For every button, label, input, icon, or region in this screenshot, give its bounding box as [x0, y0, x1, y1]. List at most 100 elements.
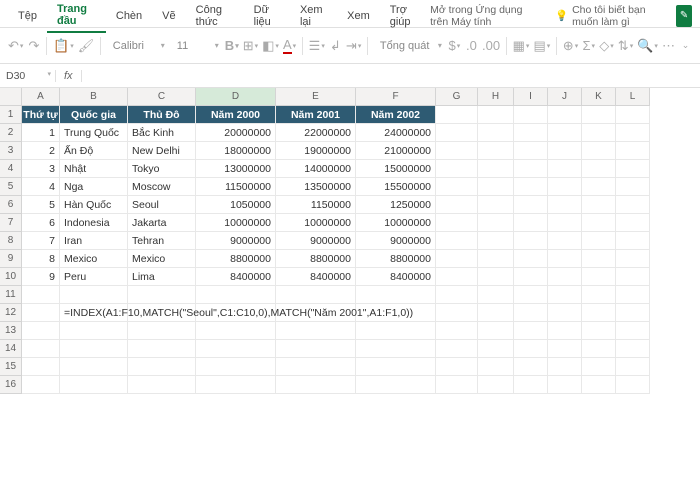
redo-icon[interactable]: ↷ — [27, 34, 40, 58]
tab-Vẽ[interactable]: Vẽ — [152, 6, 185, 26]
cell[interactable] — [356, 286, 436, 304]
cell[interactable]: Mexico — [128, 250, 196, 268]
chevron-down-icon[interactable]: ⌄ — [679, 34, 692, 58]
cell[interactable] — [22, 322, 60, 340]
cell[interactable]: 10000000 — [276, 214, 356, 232]
cell[interactable] — [60, 358, 128, 376]
cell[interactable] — [548, 376, 582, 394]
cell[interactable] — [514, 178, 548, 196]
cell[interactable] — [514, 106, 548, 124]
cell[interactable] — [582, 142, 616, 160]
cell[interactable]: 21000000 — [356, 142, 436, 160]
cell[interactable] — [436, 124, 478, 142]
row-header-10[interactable]: 10 — [0, 268, 22, 286]
cell[interactable]: 8400000 — [356, 268, 436, 286]
cell[interactable]: 1150000 — [276, 196, 356, 214]
cell[interactable] — [478, 232, 514, 250]
cell[interactable] — [616, 304, 650, 322]
hdr-thutu[interactable]: Thứ tự — [22, 106, 60, 124]
cell[interactable]: 24000000 — [356, 124, 436, 142]
profile-badge[interactable]: ✎ — [676, 5, 692, 27]
cell[interactable] — [582, 286, 616, 304]
cell[interactable] — [582, 376, 616, 394]
row-header-2[interactable]: 2 — [0, 124, 22, 142]
row-header-16[interactable]: 16 — [0, 376, 22, 394]
cell[interactable]: 2 — [22, 142, 60, 160]
cell[interactable] — [128, 358, 196, 376]
row-header-4[interactable]: 4 — [0, 160, 22, 178]
cell[interactable] — [478, 124, 514, 142]
cell[interactable] — [616, 160, 650, 178]
border-icon[interactable]: ⊞▾ — [243, 34, 258, 58]
tell-me-search[interactable]: 💡 Cho tôi biết bạn muốn làm gì — [555, 4, 664, 28]
clipboard-icon[interactable]: 📋▾ — [53, 34, 74, 58]
cell[interactable] — [582, 178, 616, 196]
col-header-F[interactable]: F — [356, 88, 436, 106]
cell[interactable] — [582, 340, 616, 358]
col-header-A[interactable]: A — [22, 88, 60, 106]
cell[interactable]: Peru — [60, 268, 128, 286]
cell[interactable] — [548, 250, 582, 268]
col-header-I[interactable]: I — [514, 88, 548, 106]
cell[interactable] — [582, 268, 616, 286]
cell[interactable] — [616, 106, 650, 124]
row-header-11[interactable]: 11 — [0, 286, 22, 304]
cell[interactable] — [60, 340, 128, 358]
tab-Xem[interactable]: Xem — [337, 6, 380, 26]
cell[interactable] — [436, 268, 478, 286]
cell[interactable]: Ấn Độ — [60, 142, 128, 160]
cell[interactable] — [478, 322, 514, 340]
cell[interactable] — [582, 106, 616, 124]
cell[interactable]: 10000000 — [196, 214, 276, 232]
tab-Công thức[interactable]: Công thức — [186, 0, 244, 32]
cell[interactable] — [436, 322, 478, 340]
cell[interactable] — [478, 196, 514, 214]
cell[interactable]: 20000000 — [196, 124, 276, 142]
cell[interactable] — [196, 376, 276, 394]
cell[interactable]: 8800000 — [276, 250, 356, 268]
cell[interactable] — [276, 322, 356, 340]
cell[interactable] — [436, 286, 478, 304]
hdr-2001[interactable]: Năm 2001 — [276, 106, 356, 124]
row-header-12[interactable]: 12 — [0, 304, 22, 322]
cell[interactable] — [548, 106, 582, 124]
cell[interactable] — [276, 286, 356, 304]
cell[interactable]: 1050000 — [196, 196, 276, 214]
cell[interactable]: 19000000 — [276, 142, 356, 160]
cell[interactable] — [616, 286, 650, 304]
cell[interactable] — [514, 250, 548, 268]
cell[interactable]: 11500000 — [196, 178, 276, 196]
cell[interactable]: New Delhi — [128, 142, 196, 160]
cell[interactable]: 15000000 — [356, 160, 436, 178]
cell[interactable] — [436, 106, 478, 124]
cell[interactable] — [276, 340, 356, 358]
cell[interactable]: Nhật — [60, 160, 128, 178]
align-icon[interactable]: ☰▾ — [309, 34, 325, 58]
cell[interactable] — [478, 340, 514, 358]
cell[interactable] — [616, 178, 650, 196]
currency-icon[interactable]: $▾ — [448, 34, 461, 58]
hdr-thudo[interactable]: Thủ Đô — [128, 106, 196, 124]
format-painter-icon[interactable]: 🖌 — [78, 34, 95, 58]
cell[interactable] — [616, 340, 650, 358]
cell[interactable] — [548, 286, 582, 304]
cell[interactable] — [196, 322, 276, 340]
cell[interactable]: 10000000 — [356, 214, 436, 232]
cell[interactable] — [582, 322, 616, 340]
cell[interactable] — [356, 376, 436, 394]
cell[interactable] — [616, 214, 650, 232]
cell[interactable] — [436, 214, 478, 232]
cell[interactable] — [478, 178, 514, 196]
cell[interactable] — [478, 142, 514, 160]
cell[interactable]: 3 — [22, 160, 60, 178]
cell[interactable]: 18000000 — [196, 142, 276, 160]
row-header-5[interactable]: 5 — [0, 178, 22, 196]
table-style-icon[interactable]: ▤▾ — [533, 34, 550, 58]
cell[interactable] — [582, 160, 616, 178]
cell[interactable] — [548, 304, 582, 322]
cell[interactable] — [128, 376, 196, 394]
cell[interactable] — [478, 304, 514, 322]
cell[interactable]: 13500000 — [276, 178, 356, 196]
cell[interactable] — [548, 232, 582, 250]
tab-Dữ liệu[interactable]: Dữ liệu — [244, 0, 290, 32]
